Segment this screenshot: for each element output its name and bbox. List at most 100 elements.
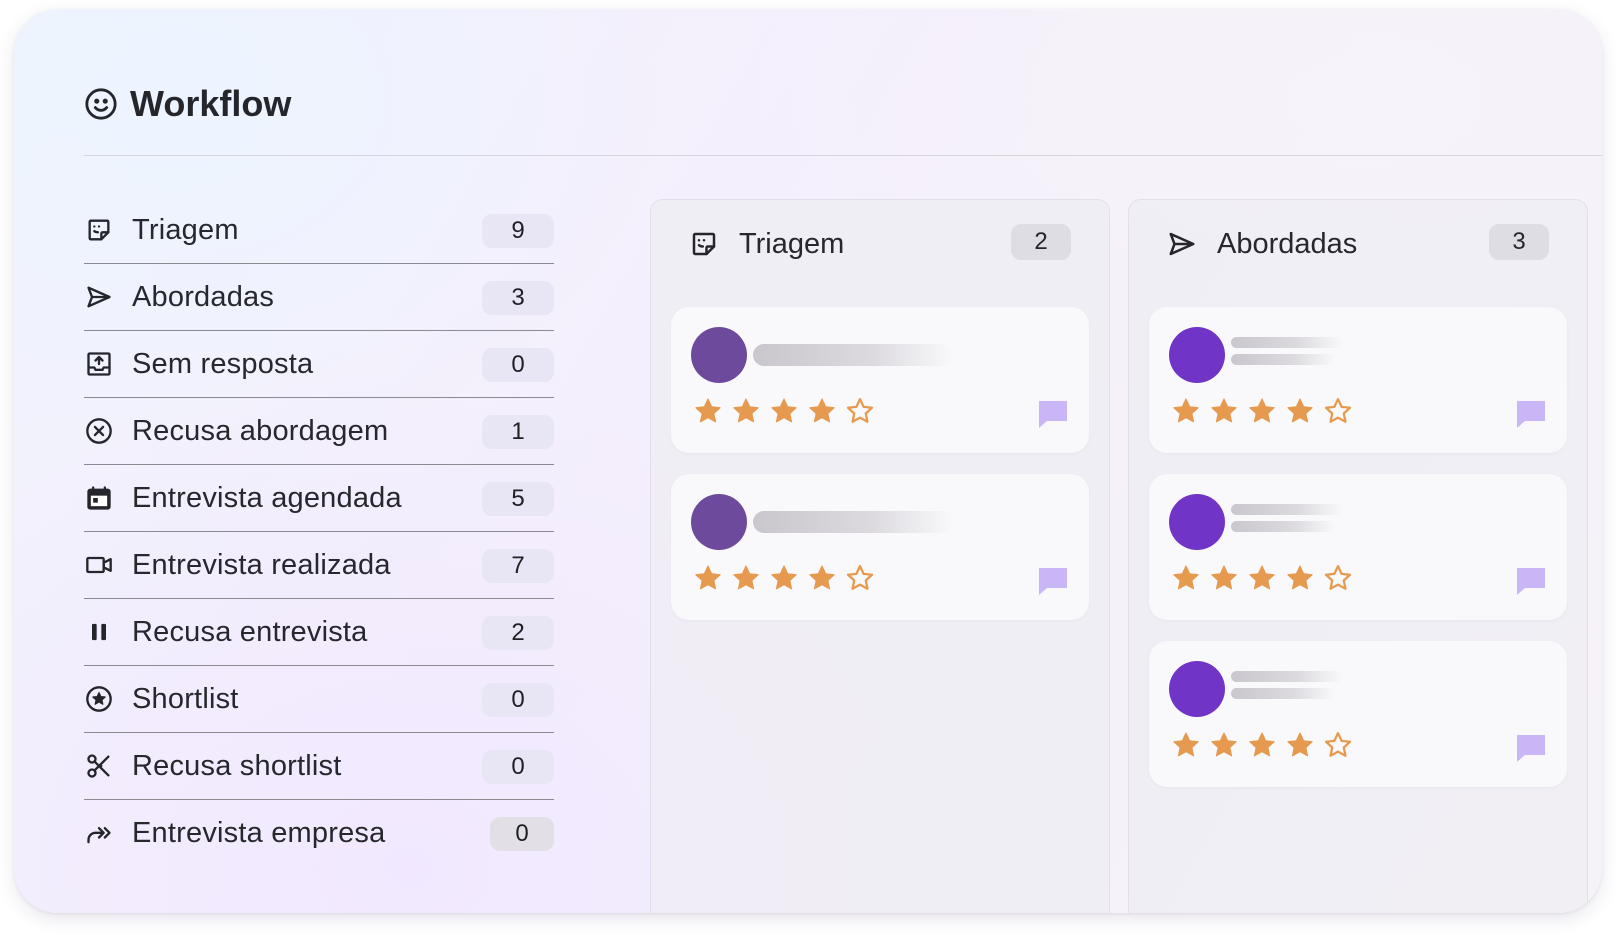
stage-label: Recusa entrevista	[132, 615, 368, 648]
avatar	[691, 327, 747, 383]
star-empty-icon[interactable]	[1323, 730, 1353, 760]
subtitle-placeholder	[1231, 521, 1335, 532]
column-header[interactable]: Triagem 2	[689, 224, 1071, 264]
stage-count-badge: 7	[482, 549, 554, 583]
name-placeholder	[1231, 504, 1343, 515]
stage-label: Abordadas	[132, 280, 275, 313]
star-filled-icon[interactable]	[1247, 396, 1277, 426]
star-empty-icon[interactable]	[845, 563, 875, 593]
page-title: Workflow	[84, 83, 291, 125]
stage-count-badge: 2	[482, 616, 554, 650]
stage-count-badge: 0	[490, 817, 554, 851]
stage-list: Triagem 9 Abordadas 3 Sem resposta 0 Rec…	[84, 197, 554, 867]
comment-icon[interactable]	[1515, 399, 1547, 429]
star-filled-icon[interactable]	[1247, 563, 1277, 593]
calendar-icon	[84, 483, 114, 513]
title-divider	[84, 155, 1602, 156]
star-filled-icon[interactable]	[693, 396, 723, 426]
star-filled-icon[interactable]	[769, 563, 799, 593]
video-icon	[84, 550, 114, 580]
star-circle-icon	[84, 684, 114, 714]
stage-item-entrevista-empresa[interactable]: Entrevista empresa 0	[84, 800, 554, 867]
star-filled-icon[interactable]	[769, 396, 799, 426]
stage-count-badge: 0	[482, 750, 554, 784]
stage-count-badge: 0	[482, 683, 554, 717]
pause-icon	[84, 617, 114, 647]
scissors-icon	[84, 751, 114, 781]
star-filled-icon[interactable]	[1285, 563, 1315, 593]
name-placeholder	[1231, 671, 1343, 682]
stage-item-recusa-abordagem[interactable]: Recusa abordagem 1	[84, 398, 554, 465]
workflow-panel: Workflow Triagem 9 Abordadas 3 Sem respo…	[14, 9, 1602, 913]
stage-item-triagem[interactable]: Triagem 9	[84, 197, 554, 264]
inbox-upload-icon	[84, 349, 114, 379]
star-rating	[1171, 563, 1353, 593]
circle-x-icon	[84, 416, 114, 446]
stage-label: Entrevista agendada	[132, 481, 402, 514]
stage-label: Entrevista realizada	[132, 548, 391, 581]
candidate-card[interactable]	[671, 474, 1089, 620]
star-filled-icon[interactable]	[807, 563, 837, 593]
comment-icon[interactable]	[1515, 733, 1547, 763]
star-filled-icon[interactable]	[1171, 563, 1201, 593]
star-filled-icon[interactable]	[807, 396, 837, 426]
column-header[interactable]: Abordadas 3	[1167, 224, 1549, 264]
column-count-badge: 3	[1489, 224, 1549, 260]
star-rating	[1171, 396, 1353, 426]
send-icon	[84, 282, 114, 312]
stage-count-badge: 5	[482, 482, 554, 516]
star-empty-icon[interactable]	[1323, 563, 1353, 593]
stage-label: Triagem	[132, 213, 239, 246]
candidate-card[interactable]	[1149, 307, 1567, 453]
star-filled-icon[interactable]	[731, 563, 761, 593]
page-title-text: Workflow	[130, 83, 292, 124]
star-filled-icon[interactable]	[1285, 396, 1315, 426]
stage-item-recusa-entrevista[interactable]: Recusa entrevista 2	[84, 599, 554, 666]
avatar	[1169, 327, 1225, 383]
avatar	[1169, 661, 1225, 717]
comment-icon[interactable]	[1037, 566, 1069, 596]
smiley-icon	[85, 88, 117, 120]
star-filled-icon[interactable]	[1209, 563, 1239, 593]
star-filled-icon[interactable]	[1285, 730, 1315, 760]
star-filled-icon[interactable]	[731, 396, 761, 426]
column-label: Abordadas	[1217, 227, 1358, 260]
comment-icon[interactable]	[1037, 399, 1069, 429]
send-icon	[1169, 232, 1195, 256]
star-rating	[693, 563, 875, 593]
kanban-column-triagem: Triagem 2	[651, 200, 1109, 913]
star-filled-icon[interactable]	[1209, 730, 1239, 760]
comment-icon[interactable]	[1515, 566, 1547, 596]
stage-label: Recusa shortlist	[132, 749, 342, 782]
subtitle-placeholder	[1231, 688, 1335, 699]
name-placeholder	[753, 344, 953, 366]
stage-item-shortlist[interactable]: Shortlist 0	[84, 666, 554, 733]
candidate-card[interactable]	[1149, 474, 1567, 620]
star-empty-icon[interactable]	[845, 396, 875, 426]
stage-item-abordadas[interactable]: Abordadas 3	[84, 264, 554, 331]
stage-count-badge: 9	[482, 214, 554, 248]
stage-item-entrevista-realizada[interactable]: Entrevista realizada 7	[84, 532, 554, 599]
star-filled-icon[interactable]	[693, 563, 723, 593]
subtitle-placeholder	[1231, 354, 1335, 365]
stage-label: Shortlist	[132, 682, 239, 715]
sticky-note-icon	[692, 232, 716, 256]
star-empty-icon[interactable]	[1323, 396, 1353, 426]
name-placeholder	[753, 511, 953, 533]
column-label: Triagem	[739, 227, 845, 260]
star-filled-icon[interactable]	[1171, 396, 1201, 426]
stage-label: Entrevista empresa	[132, 817, 386, 849]
star-filled-icon[interactable]	[1171, 730, 1201, 760]
star-filled-icon[interactable]	[1209, 396, 1239, 426]
candidate-card[interactable]	[671, 307, 1089, 453]
stage-count-badge: 0	[482, 348, 554, 382]
stage-item-recusa-shortlist[interactable]: Recusa shortlist 0	[84, 733, 554, 800]
stage-item-entrevista-agendada[interactable]: Entrevista agendada 5	[84, 465, 554, 532]
star-filled-icon[interactable]	[1247, 730, 1277, 760]
name-placeholder	[1231, 337, 1343, 348]
stage-item-sem-resposta[interactable]: Sem resposta 0	[84, 331, 554, 398]
avatar	[1169, 494, 1225, 550]
candidate-card[interactable]	[1149, 641, 1567, 787]
star-rating	[1171, 730, 1353, 760]
forward-icon	[84, 819, 114, 849]
